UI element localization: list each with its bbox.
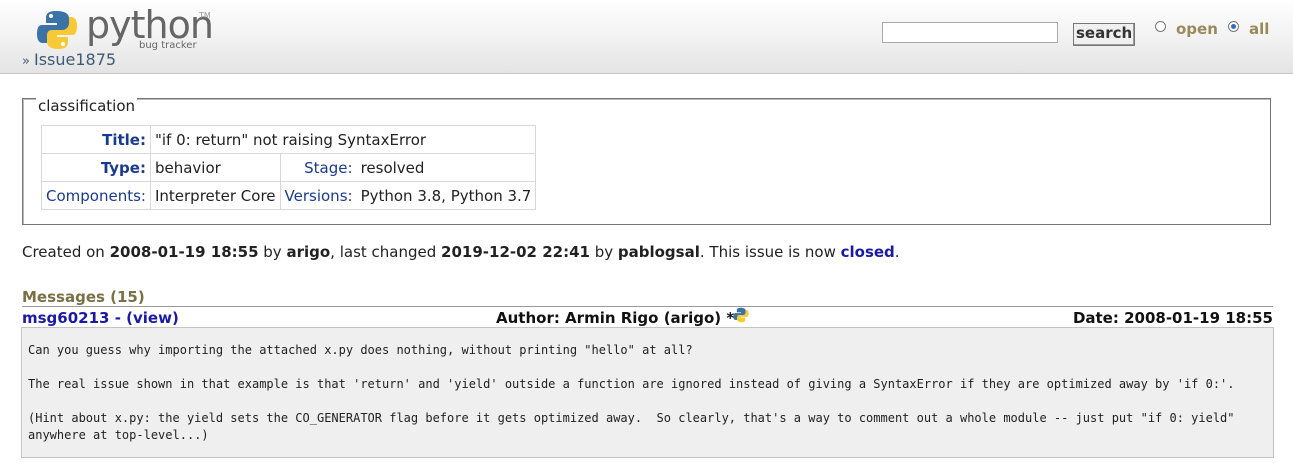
components-key-cell: Components: <box>41 181 151 210</box>
stage-value: resolved <box>356 153 537 182</box>
message-paragraph: Can you guess why importing the attached… <box>28 343 693 357</box>
message-view-link[interactable]: (view) <box>126 309 179 327</box>
created-date: 2008-01-19 18:55 <box>109 243 259 261</box>
message-paragraph: (Hint about x.py: the yield sets the CO_… <box>28 411 1235 442</box>
type-key-cell: Type: <box>41 153 151 182</box>
stage-key-cell: Stage: <box>279 153 357 182</box>
radio-all-label[interactable]: all <box>1249 20 1269 38</box>
type-key: Type: <box>100 158 146 177</box>
messages-heading: Messages (15) <box>22 288 145 306</box>
title-key: Title: <box>102 130 146 149</box>
message-author: Author: Armin Rigo (arigo) * <box>496 309 735 327</box>
title-value: "if 0: return" not raising SyntaxError <box>149 125 537 154</box>
messages-divider <box>22 306 1273 307</box>
message-sep: - <box>109 309 127 327</box>
logo-trademark: TM <box>199 11 211 20</box>
issue-history-line: Created on 2008-01-19 18:55 by arigo, la… <box>22 243 900 261</box>
changed-date: 2019-12-02 22:41 <box>441 243 590 261</box>
status-end: . <box>894 243 900 261</box>
message-body: Can you guess why importing the attached… <box>21 327 1274 458</box>
table-row: Type: behavior Stage: resolved <box>41 153 537 182</box>
status-closed-link[interactable]: closed <box>841 243 895 261</box>
search-input[interactable] <box>882 22 1058 43</box>
radio-open[interactable] <box>1155 21 1166 32</box>
status-prefix: . This issue is now <box>699 243 841 261</box>
message-date: Date: 2008-01-19 18:55 <box>1072 309 1273 327</box>
changer-name: pablogsal <box>617 243 700 261</box>
classification-legend: classification <box>36 97 138 115</box>
last-changed-text: , last changed <box>330 243 442 261</box>
python-logo-icon[interactable] <box>36 9 78 51</box>
message-paragraph: The real issue shown in that example is … <box>28 377 1235 391</box>
created-prefix: Created on <box>22 243 110 261</box>
title-key-cell: Title: <box>41 125 151 154</box>
type-value: behavior <box>149 153 281 182</box>
components-value: Interpreter Core <box>149 181 281 210</box>
message-header-left: msg60213 - (view) <box>22 309 179 327</box>
components-key-link[interactable]: Components: <box>46 187 146 205</box>
versions-value: Python 3.8, Python 3.7 <box>356 181 537 210</box>
creator-name: arigo <box>286 243 331 261</box>
created-by: by <box>258 243 287 261</box>
table-row: Components: Interpreter Core Versions: P… <box>41 181 537 210</box>
changed-by: by <box>589 243 618 261</box>
versions-key-link[interactable]: Versions: <box>285 187 353 205</box>
radio-open-label[interactable]: open <box>1176 20 1218 38</box>
breadcrumb-separator: » <box>22 54 30 69</box>
stage-key-link[interactable]: Stage: <box>304 159 352 177</box>
message-id-link[interactable]: msg60213 <box>22 309 109 327</box>
radio-all[interactable] <box>1228 21 1239 32</box>
breadcrumb-issue-link[interactable]: Issue1875 <box>34 50 116 69</box>
breadcrumb: » Issue1875 <box>22 50 116 69</box>
versions-key-cell: Versions: <box>279 181 357 210</box>
table-row: Title: "if 0: return" not raising Syntax… <box>41 125 537 154</box>
logo-wordmark[interactable]: python <box>86 6 214 44</box>
logo-subtitle: bug tracker <box>139 40 197 51</box>
header-bar: python TM bug tracker » Issue1875 search … <box>0 0 1293 74</box>
classification-table: Title: "if 0: return" not raising Syntax… <box>41 125 537 210</box>
python-committer-icon <box>733 307 749 323</box>
search-button[interactable]: search <box>1073 23 1136 46</box>
